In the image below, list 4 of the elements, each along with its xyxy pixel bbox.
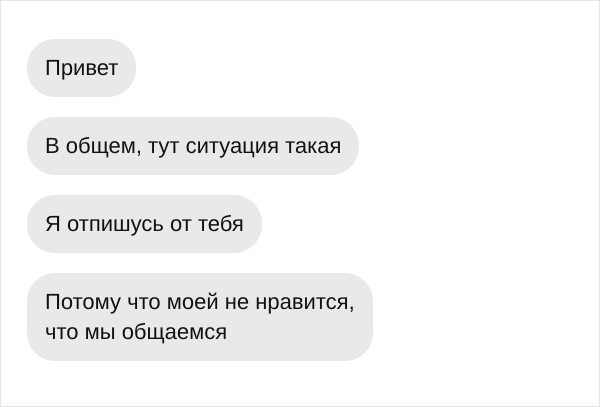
message-bubble: Я отпишусь от тебя xyxy=(27,195,262,253)
message-bubble: Привет xyxy=(27,39,136,97)
message-bubble: Потому что моей не нравится, что мы общаемся xyxy=(27,273,373,361)
message-bubble: В общем, тут ситуация такая xyxy=(27,117,360,175)
